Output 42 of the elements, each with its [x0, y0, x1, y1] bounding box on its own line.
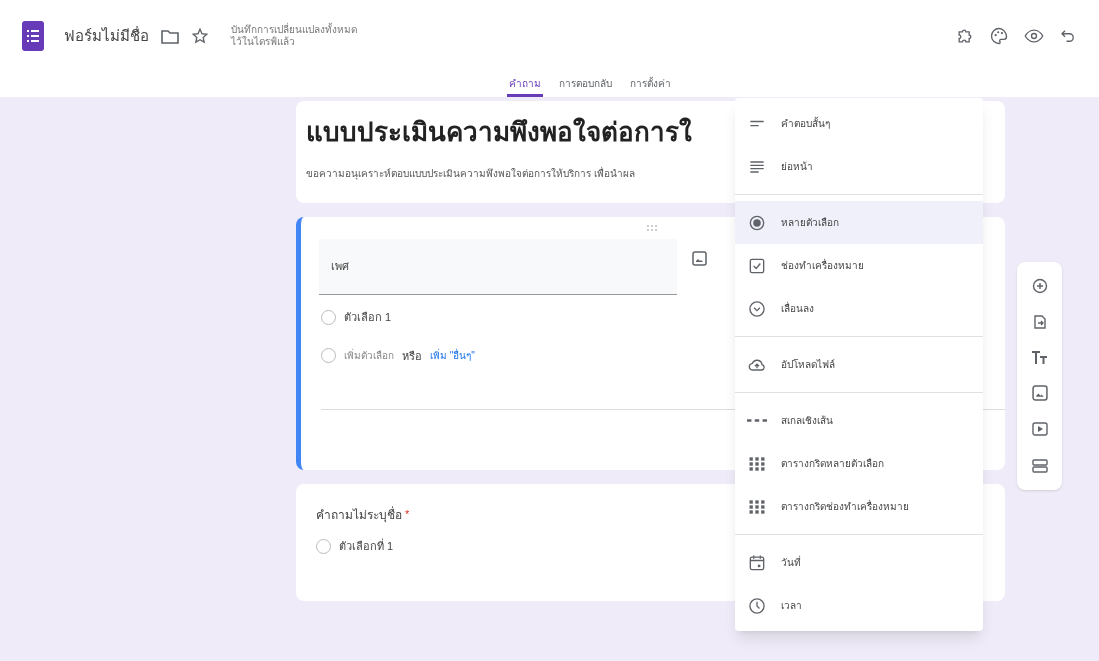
menu-item[interactable]: เวลา: [735, 584, 983, 627]
add-other-link[interactable]: เพิ่ม "อื่นๆ": [430, 348, 475, 364]
dropdown-icon: [747, 298, 767, 319]
question-title[interactable]: คำถามไม่ระบุชื่อ: [316, 506, 402, 524]
forms-logo-icon[interactable]: [22, 21, 44, 51]
star-icon[interactable]: [191, 27, 209, 45]
text-icon[interactable]: [1031, 350, 1048, 365]
menu-item[interactable]: ย่อหน้า: [735, 145, 983, 188]
menu-item[interactable]: ตารางกริดช่องทำเครื่องหมาย: [735, 485, 983, 528]
video-icon[interactable]: [1031, 421, 1048, 438]
linear-scale-icon: [747, 419, 767, 422]
option-label[interactable]: ตัวเลือก 1: [344, 309, 392, 326]
question-title-field[interactable]: เพศ: [319, 239, 677, 295]
form-heading[interactable]: แบบประเมินความพึงพอใจต่อการใ: [306, 113, 692, 152]
save-status: ไว้ในไดรฟ์แล้ว: [231, 36, 296, 48]
add-icon[interactable]: [1031, 278, 1048, 295]
menu-item[interactable]: วันที่: [735, 541, 983, 584]
save-status: บันทึกการเปลี่ยนแปลงทั้งหมด: [231, 24, 357, 36]
palette-icon[interactable]: [989, 26, 1009, 46]
menu-item[interactable]: เลื่อนลง: [735, 287, 983, 330]
form-title[interactable]: ฟอร์มไม่มีชื่อ: [64, 24, 149, 48]
form-description[interactable]: ขอความอนุเคราะห์ตอบแบบประเมินความพึงพอใจต่อการให้บริการ เพื่อนำผล: [306, 166, 635, 181]
tab[interactable]: คำถาม: [506, 76, 543, 97]
image-icon[interactable]: [1031, 385, 1048, 402]
menu-item[interactable]: ช่องทำเครื่องหมาย: [735, 244, 983, 287]
add-option-link[interactable]: เพิ่มตัวเลือก: [344, 348, 394, 364]
section-icon[interactable]: [1031, 457, 1048, 474]
drag-handle-icon[interactable]: [646, 225, 658, 231]
menu-item[interactable]: หลายตัวเลือก: [735, 201, 983, 244]
or-label: หรือ: [402, 348, 422, 364]
image-icon[interactable]: [692, 251, 707, 266]
tab[interactable]: การตอบกลับ: [556, 76, 614, 97]
menu-item[interactable]: อัปโหลดไฟล์: [735, 343, 983, 386]
menu-item[interactable]: สเกลเชิงเส้น: [735, 399, 983, 442]
menu-item[interactable]: ตารางกริดหลายตัวเลือก: [735, 442, 983, 485]
tab[interactable]: การตั้งค่า: [627, 76, 673, 97]
folder-icon[interactable]: [161, 28, 179, 44]
menu-item[interactable]: คำตอบสั้นๆ: [735, 102, 983, 145]
import-icon[interactable]: [1031, 314, 1048, 331]
required-mark: *: [405, 507, 410, 522]
option-label: ตัวเลือกที่ 1: [339, 538, 394, 554]
clock-icon: [747, 595, 767, 616]
